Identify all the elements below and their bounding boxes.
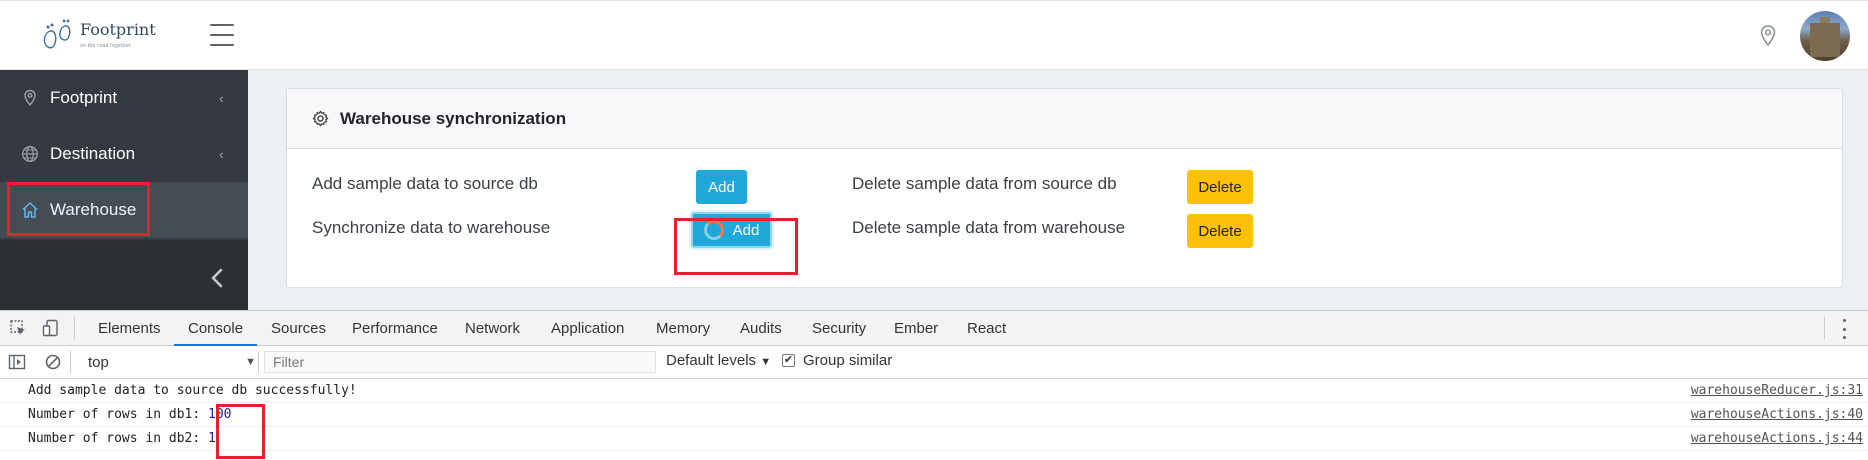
delete-source-button[interactable]: Delete bbox=[1187, 170, 1253, 204]
globe-icon bbox=[22, 146, 38, 162]
sync-warehouse-button[interactable]: Add bbox=[691, 212, 772, 248]
log-source-link[interactable]: warehouseReducer.js:31 bbox=[1691, 383, 1863, 398]
console-log-line: Number of rows in db2: 1 warehouseAction… bbox=[0, 427, 1868, 451]
app-header: Footprint on the road together bbox=[0, 0, 1868, 70]
map-pin-icon bbox=[24, 89, 36, 107]
tab-network[interactable]: Network bbox=[465, 311, 520, 346]
log-message-text: Number of rows in db1: bbox=[28, 407, 209, 422]
more-options-icon[interactable] bbox=[1840, 319, 1848, 339]
footprint-logo-icon bbox=[43, 19, 71, 49]
log-source-link[interactable]: warehouseActions.js:40 bbox=[1691, 407, 1863, 422]
log-value: 100 bbox=[208, 407, 232, 422]
log-value: 1 bbox=[208, 431, 216, 446]
user-avatar[interactable] bbox=[1800, 11, 1850, 61]
main-content: Warehouse synchronization Add sample dat… bbox=[248, 70, 1868, 310]
card-header: Warehouse synchronization bbox=[287, 89, 1842, 149]
console-filter-input[interactable]: Filter bbox=[264, 351, 656, 373]
sidebar-item-label: Warehouse bbox=[50, 200, 137, 219]
log-levels-dropdown[interactable]: Default levels ▼ bbox=[666, 352, 771, 369]
tab-ember[interactable]: Ember bbox=[894, 311, 938, 346]
show-sidebar-icon[interactable] bbox=[8, 353, 26, 371]
tab-sources[interactable]: Sources bbox=[271, 311, 326, 346]
sidebar-item-warehouse[interactable]: Warehouse bbox=[0, 182, 248, 238]
tab-react[interactable]: React bbox=[967, 311, 1006, 346]
add-source-button[interactable]: Add bbox=[696, 170, 747, 204]
home-icon bbox=[22, 202, 38, 218]
sidebar-item-label: Footprint bbox=[50, 88, 118, 107]
logo-title: Footprint bbox=[80, 20, 156, 39]
devtools-tabbar: Elements Console Sources Performance Net… bbox=[0, 311, 1868, 346]
clear-console-icon[interactable] bbox=[44, 353, 62, 371]
log-message: Add sample data to source db successfull… bbox=[28, 383, 357, 398]
loading-spinner-icon bbox=[703, 220, 724, 240]
delete-warehouse-button[interactable]: Delete bbox=[1187, 214, 1253, 248]
checkbox-checked-icon[interactable]: ✔ bbox=[782, 354, 795, 367]
dropdown-arrow-icon: ▼ bbox=[245, 356, 256, 368]
log-message: Number of rows in db2: 1 bbox=[28, 431, 216, 446]
sidebar-item-label: Destination bbox=[50, 144, 136, 163]
chevron-left-icon: ‹ bbox=[219, 146, 224, 162]
inspect-element-icon[interactable] bbox=[9, 319, 27, 337]
tab-memory[interactable]: Memory bbox=[656, 311, 710, 346]
add-source-label: Add sample data to source db bbox=[312, 174, 538, 193]
map-pin-icon[interactable] bbox=[1760, 25, 1776, 47]
sidebar: Footprint ‹ Destination ‹ Warehouse bbox=[0, 70, 248, 310]
console-toolbar: top ▼ Filter Default levels ▼ ✔ Group si… bbox=[0, 346, 1868, 379]
delete-source-label: Delete sample data from source db bbox=[852, 174, 1117, 193]
hamburger-icon[interactable] bbox=[210, 24, 234, 46]
tab-application[interactable]: Application bbox=[551, 311, 624, 346]
group-similar-label: Group similar bbox=[803, 352, 893, 369]
log-message: Number of rows in db1: 100 bbox=[28, 407, 232, 422]
sync-button-label: Add bbox=[732, 221, 760, 239]
devtools-panel: Elements Console Sources Performance Net… bbox=[0, 310, 1868, 460]
delete-warehouse-label: Delete sample data from warehouse bbox=[852, 218, 1126, 237]
tab-audits[interactable]: Audits bbox=[740, 311, 782, 346]
warehouse-sync-card: Warehouse synchronization Add sample dat… bbox=[286, 88, 1843, 288]
chevron-left-icon[interactable] bbox=[208, 266, 226, 290]
console-output: Add sample data to source db successfull… bbox=[0, 379, 1868, 451]
log-source-link[interactable]: warehouseActions.js:44 bbox=[1691, 431, 1863, 446]
tab-elements[interactable]: Elements bbox=[98, 311, 161, 346]
console-log-line: Add sample data to source db successfull… bbox=[0, 379, 1868, 403]
device-toolbar-icon[interactable] bbox=[42, 319, 60, 337]
context-value: top bbox=[88, 353, 109, 371]
log-levels-label: Default levels bbox=[666, 352, 757, 369]
gear-icon bbox=[312, 110, 329, 127]
context-select[interactable]: top ▼ bbox=[76, 351, 256, 373]
tab-console[interactable]: Console bbox=[174, 311, 258, 346]
log-message-text: Number of rows in db2: bbox=[28, 431, 209, 446]
app-logo[interactable]: Footprint on the road together bbox=[40, 17, 160, 57]
logo-subtitle: on the road together bbox=[80, 43, 132, 49]
group-similar-toggle[interactable]: ✔ Group similar bbox=[782, 352, 892, 369]
sidebar-item-footprint[interactable]: Footprint ‹ bbox=[0, 70, 248, 126]
sync-warehouse-label: Synchronize data to warehouse bbox=[312, 218, 551, 237]
tab-performance[interactable]: Performance bbox=[352, 311, 438, 346]
chevron-left-icon: ‹ bbox=[219, 90, 224, 106]
sidebar-item-destination[interactable]: Destination ‹ bbox=[0, 126, 248, 182]
console-log-line: Number of rows in db1: 100 warehouseActi… bbox=[0, 403, 1868, 427]
card-title: Warehouse synchronization bbox=[340, 108, 567, 128]
tab-security[interactable]: Security bbox=[812, 311, 866, 346]
